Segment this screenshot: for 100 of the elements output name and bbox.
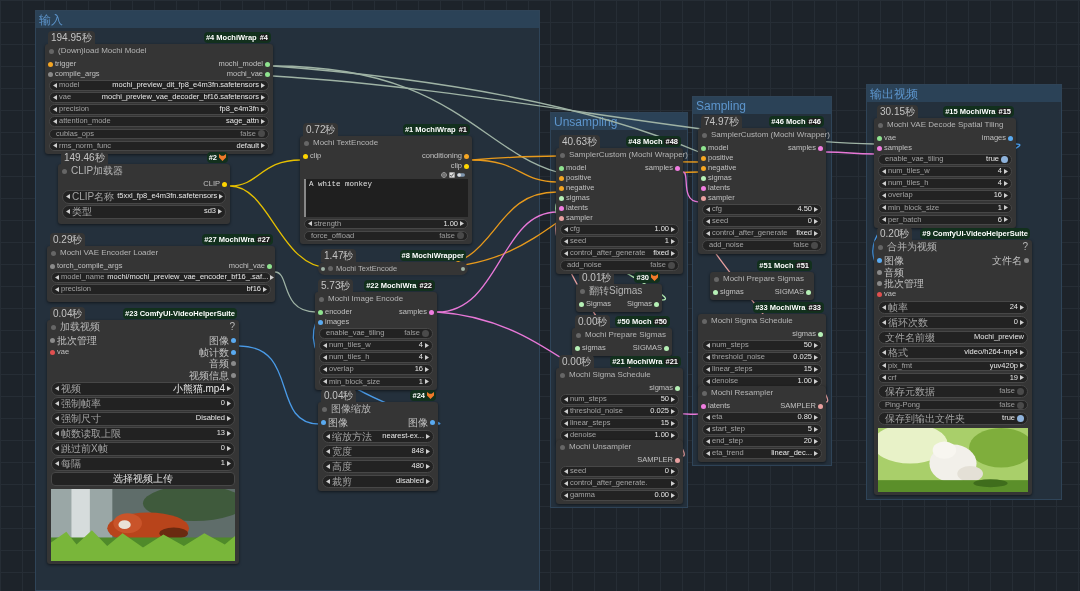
left-arrow-icon[interactable] [564, 493, 568, 499]
input-socket[interactable] [877, 135, 882, 141]
output-socket[interactable] [231, 349, 236, 355]
left-arrow-icon[interactable] [706, 231, 710, 237]
switch-icon[interactable] [457, 172, 465, 178]
right-arrow-icon[interactable] [227, 401, 231, 407]
output-socket[interactable] [664, 345, 669, 351]
input-socket[interactable] [877, 145, 882, 151]
toggle-knob[interactable] [1017, 401, 1024, 409]
left-arrow-icon[interactable] [882, 168, 886, 174]
left-arrow-icon[interactable] [55, 446, 59, 452]
right-arrow-icon[interactable] [460, 221, 464, 227]
left-arrow-icon[interactable] [55, 461, 59, 467]
output-socket[interactable] [675, 385, 680, 391]
input-socket[interactable] [559, 165, 564, 171]
output-socket[interactable] [231, 338, 236, 344]
output-socket[interactable] [818, 145, 823, 151]
input-socket[interactable] [701, 195, 706, 201]
help-mark[interactable]: ? [229, 322, 235, 332]
input-socket[interactable] [559, 185, 564, 191]
output-socket[interactable] [818, 331, 823, 337]
left-arrow-icon[interactable] [326, 433, 330, 439]
checkbox-icon[interactable] [449, 172, 455, 178]
output-socket[interactable] [265, 71, 270, 77]
left-arrow-icon[interactable] [564, 251, 568, 257]
input-socket[interactable] [303, 153, 308, 159]
right-arrow-icon[interactable] [426, 448, 430, 454]
input-socket[interactable] [877, 269, 882, 275]
right-arrow-icon[interactable] [227, 446, 231, 452]
crosshair-icon[interactable] [441, 172, 447, 178]
output-socket[interactable] [222, 181, 227, 187]
output-socket[interactable] [818, 403, 823, 409]
right-arrow-icon[interactable] [814, 231, 818, 237]
right-arrow-icon[interactable] [1020, 304, 1024, 310]
input-socket[interactable] [877, 258, 882, 264]
input-socket[interactable] [701, 185, 706, 191]
output-socket[interactable] [265, 61, 270, 67]
output-socket[interactable] [429, 309, 434, 315]
right-arrow-icon[interactable] [227, 386, 231, 392]
output-socket[interactable] [464, 163, 469, 169]
dropdown-widget[interactable]: 视频 小熊猫.mp4 [51, 382, 235, 396]
input-socket[interactable] [713, 289, 718, 295]
output-socket[interactable] [675, 165, 680, 171]
input-socket[interactable] [50, 263, 55, 269]
help-mark[interactable]: ? [1022, 242, 1028, 252]
toggle-knob[interactable] [258, 130, 265, 138]
input-socket[interactable] [50, 338, 55, 344]
right-arrow-icon[interactable] [426, 478, 430, 484]
node-panel[interactable] [45, 44, 273, 155]
input-socket[interactable] [701, 175, 706, 181]
right-arrow-icon[interactable] [219, 194, 224, 200]
right-arrow-icon[interactable] [671, 251, 675, 257]
input-socket[interactable] [318, 319, 323, 325]
left-arrow-icon[interactable] [323, 342, 327, 348]
toggle-knob[interactable] [422, 329, 429, 337]
left-arrow-icon[interactable] [882, 349, 886, 355]
left-arrow-icon[interactable] [66, 209, 70, 215]
left-arrow-icon[interactable] [55, 386, 59, 392]
right-arrow-icon[interactable] [425, 342, 429, 348]
right-arrow-icon[interactable] [1004, 168, 1008, 174]
toggle-knob[interactable] [1017, 415, 1024, 423]
left-arrow-icon[interactable] [308, 221, 312, 227]
left-arrow-icon[interactable] [326, 448, 330, 454]
toggle-knob[interactable] [811, 242, 818, 250]
input-socket[interactable] [50, 349, 55, 355]
right-arrow-icon[interactable] [671, 493, 675, 499]
input-socket[interactable] [559, 205, 564, 211]
input-socket[interactable] [318, 309, 323, 315]
left-arrow-icon[interactable] [66, 194, 70, 200]
input-socket[interactable] [701, 155, 706, 161]
toggle-knob[interactable] [457, 232, 464, 240]
input-socket[interactable] [877, 292, 882, 297]
right-arrow-icon[interactable] [227, 461, 231, 467]
input-socket[interactable] [701, 403, 706, 409]
input-socket[interactable] [321, 420, 326, 426]
left-arrow-icon[interactable] [55, 401, 59, 407]
upload-button[interactable]: 选择视频上传 [51, 472, 235, 486]
input-socket[interactable] [575, 345, 580, 351]
left-arrow-icon[interactable] [882, 319, 886, 325]
right-arrow-icon[interactable] [1020, 349, 1024, 355]
input-socket[interactable] [701, 145, 706, 151]
left-arrow-icon[interactable] [55, 431, 59, 437]
input-socket[interactable] [579, 301, 584, 307]
right-arrow-icon[interactable] [227, 431, 231, 437]
left-arrow-icon[interactable] [55, 416, 59, 422]
toggle-knob[interactable] [1001, 155, 1008, 163]
toggle-knob[interactable] [668, 262, 675, 270]
input-socket[interactable] [559, 215, 564, 221]
input-socket[interactable] [48, 61, 53, 67]
output-socket[interactable] [1008, 135, 1013, 141]
right-arrow-icon[interactable] [218, 209, 222, 215]
left-arrow-icon[interactable] [326, 463, 330, 469]
left-arrow-icon[interactable] [53, 143, 57, 149]
output-socket[interactable] [430, 420, 435, 426]
output-socket[interactable] [267, 263, 272, 269]
input-socket[interactable] [48, 71, 53, 77]
input-socket[interactable] [559, 195, 564, 201]
right-arrow-icon[interactable] [227, 416, 231, 422]
right-arrow-icon[interactable] [1020, 319, 1024, 325]
left-arrow-icon[interactable] [326, 478, 330, 484]
